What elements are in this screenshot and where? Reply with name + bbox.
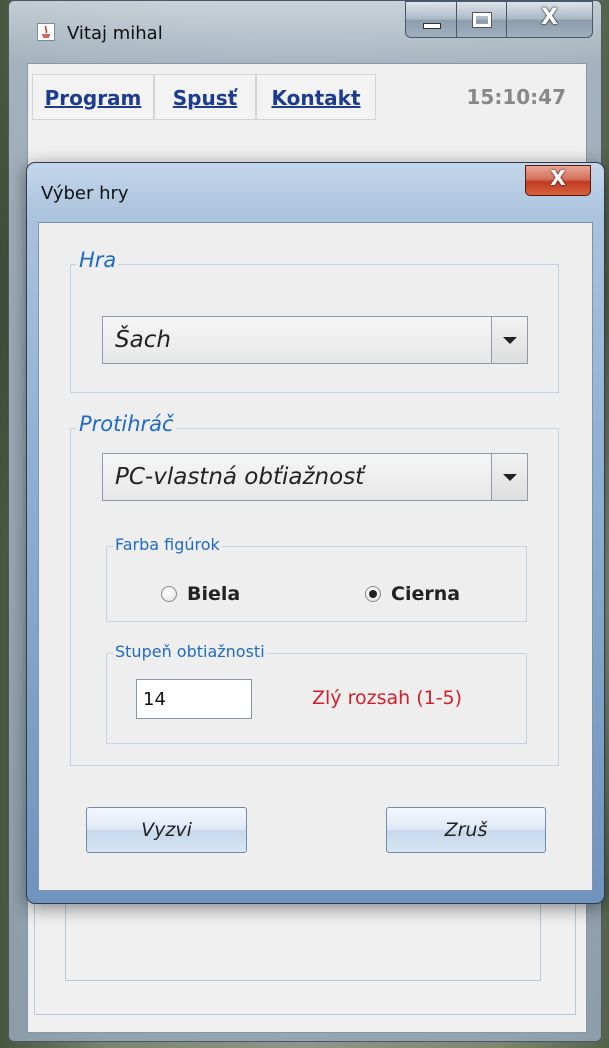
cancel-button[interactable]: Zruš — [386, 807, 546, 853]
menu-program[interactable]: Program — [32, 74, 154, 120]
menu-spust[interactable]: Spusť — [154, 74, 256, 120]
dialog-title: Výber hry — [41, 183, 129, 204]
game-selection-dialog: Výber hry X Hra Šach Protihráč PC-vlastn… — [26, 162, 605, 904]
challenge-button[interactable]: Vyzvi — [86, 807, 247, 853]
minimize-icon — [423, 23, 441, 29]
radio-cierna-circle[interactable] — [365, 586, 381, 602]
chevron-down-icon[interactable] — [491, 454, 527, 500]
menu-bar: Program Spusť Kontakt 15:10:47 — [28, 64, 586, 128]
dialog-client-area: Hra Šach Protihráč PC-vlastná obťiažnosť… — [38, 222, 593, 891]
opponent-select-value: PC-vlastná obťiažnosť — [115, 464, 365, 490]
radio-biela-label: Biela — [187, 583, 241, 605]
menu-kontakt-label: Kontakt — [271, 86, 361, 110]
difficulty-legend: Stupeň obtiažnosti — [113, 642, 267, 661]
piece-color-legend: Farba figúrok — [113, 535, 222, 554]
maximize-button[interactable] — [457, 1, 507, 38]
radio-cierna-label: Cierna — [391, 583, 461, 605]
opponent-group-legend: Protihráč — [77, 412, 176, 436]
main-titlebar[interactable]: Vitaj mihal X — [9, 1, 601, 63]
menu-kontakt[interactable]: Kontakt — [256, 74, 376, 120]
chevron-down-icon[interactable] — [491, 317, 527, 363]
caption-buttons: X — [405, 1, 593, 39]
menu-program-label: Program — [44, 86, 142, 110]
difficulty-input[interactable] — [136, 679, 252, 719]
maximize-icon — [472, 12, 492, 28]
java-app-icon — [37, 23, 55, 41]
dialog-close-button[interactable]: X — [525, 165, 591, 196]
clock: 15:10:47 — [466, 85, 567, 109]
game-select-value: Šach — [115, 327, 171, 353]
radio-cierna[interactable]: Cierna — [365, 583, 460, 605]
game-group-legend: Hra — [77, 248, 119, 272]
difficulty-error: Zlý rozsah (1-5) — [312, 687, 463, 709]
menu-spust-label: Spusť — [172, 86, 238, 110]
opponent-select[interactable]: PC-vlastná obťiažnosť — [102, 453, 528, 501]
difficulty-group: Stupeň obtiažnosti Zlý rozsah (1-5) — [106, 642, 527, 744]
radio-biela[interactable]: Biela — [161, 583, 240, 605]
main-window-title: Vitaj mihal — [67, 23, 163, 44]
game-group: Hra Šach — [70, 248, 559, 393]
close-icon: X — [541, 5, 558, 30]
close-button[interactable]: X — [507, 1, 593, 38]
radio-biela-circle[interactable] — [161, 586, 177, 602]
minimize-button[interactable] — [405, 1, 457, 38]
game-select[interactable]: Šach — [102, 316, 528, 364]
close-icon: X — [550, 166, 566, 190]
opponent-group: Protihráč PC-vlastná obťiažnosť Farba fi… — [70, 412, 559, 766]
piece-color-group: Farba figúrok Biela Cierna — [106, 535, 527, 622]
